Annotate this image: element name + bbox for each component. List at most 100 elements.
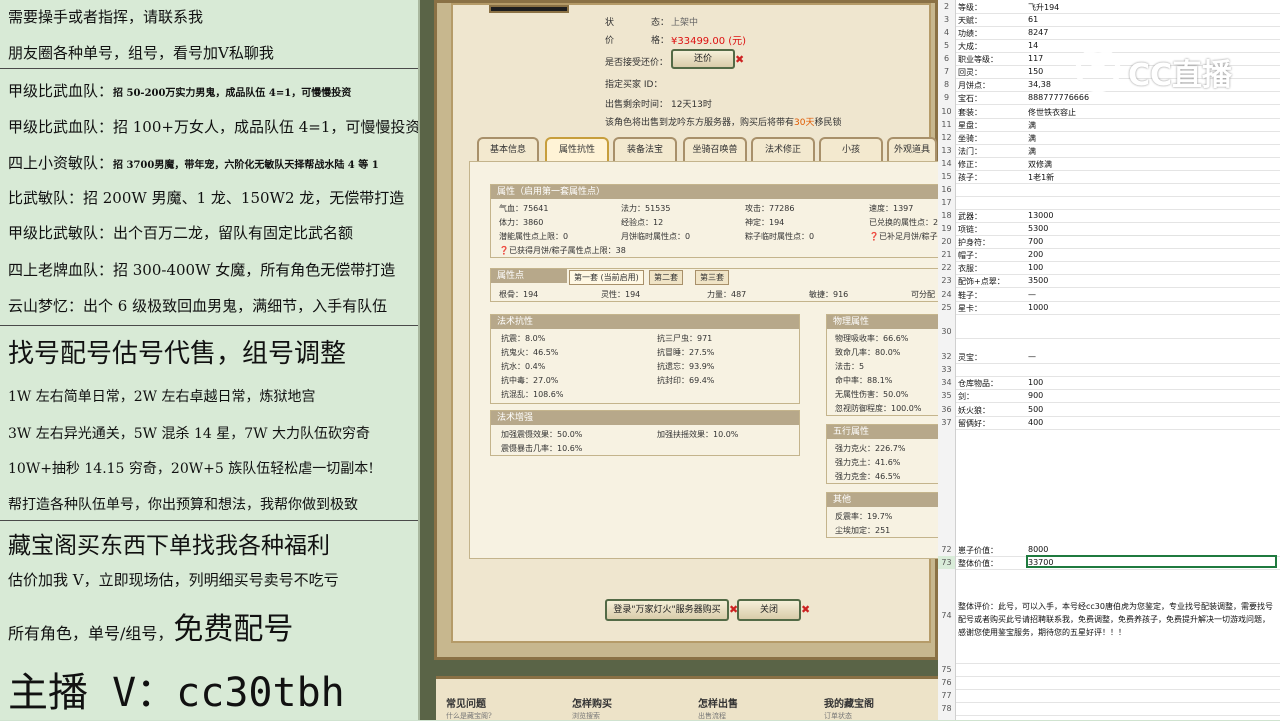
point-tab-2[interactable]: 第二套 (649, 270, 683, 285)
gridline (956, 274, 1280, 275)
sheet-value: — (1028, 290, 1036, 299)
tab-appearance[interactable]: 外观道具 (887, 137, 937, 163)
sheet-key: 修正： (958, 160, 982, 169)
sheet-key: 宝石： (958, 94, 982, 103)
row-number: 17 (938, 196, 956, 209)
tab-children[interactable]: 小孩 (819, 137, 883, 163)
sheet-key: 鞋子： (958, 291, 982, 300)
buyer-id-label: 指定买家 ID： (605, 80, 663, 90)
sheet-key: 武器： (958, 212, 982, 221)
point-minjie-label: 敏捷： (809, 290, 833, 299)
phys-cell: 致命几率：80.0% (835, 348, 901, 357)
tab-attributes[interactable]: 属性抗性 (545, 137, 609, 163)
row-number: 23 (938, 274, 956, 287)
attributes-title: 属性（启用第一套属性点） (491, 185, 938, 199)
row-number: 36 (938, 403, 956, 416)
gridline (956, 663, 1280, 664)
attr-tili: 体力：3860 (499, 217, 543, 228)
attr-potential: 潜能属性点上限：0 (499, 231, 568, 242)
sheet-value: 满 (1028, 147, 1036, 156)
attr-mooncake-value: 0 (685, 232, 691, 241)
point-lingxing-value: 194 (625, 290, 641, 299)
phys-cell: 法击：5 (835, 362, 865, 371)
tab-spell-correction[interactable]: 法术修正 (751, 137, 815, 163)
service-title: 找号配号估号代售，组号调整 (8, 339, 347, 369)
gridline (956, 314, 1280, 315)
sheet-value: 100 (1028, 378, 1044, 387)
attr-shending-label: 神定： (745, 218, 769, 227)
login-server-buy-button[interactable]: 登录"万家灯火"服务器购买 (605, 599, 729, 621)
status-label: 状 (605, 18, 615, 28)
gridline (956, 170, 1280, 171)
row-number: 74 (938, 569, 956, 663)
game-window: 状 态： 上架中 价 格： ¥33499.00 (元) 是否接受还价： 还价 ✖… (434, 0, 938, 660)
sheet-value: 500 (1028, 405, 1044, 414)
tab-equipment[interactable]: 装备法宝 (613, 137, 677, 163)
row-number: 6 (938, 52, 956, 65)
sheet-key: 套装： (958, 108, 982, 117)
attr-max-value: 38 (615, 246, 626, 255)
sheet-key: 回灵： (958, 68, 982, 77)
team1-desc: 招 50-200万实力男鬼，成品队伍 4=1，可慢慢投资 (113, 88, 352, 99)
row-number: 22 (938, 261, 956, 274)
enhance-cell: 震慑暴击几率：10.6% (501, 444, 583, 453)
attr-qixue: 气血：75641 (499, 203, 548, 214)
attr-sudu-value: 1397 (893, 204, 914, 213)
gridline (956, 13, 1280, 14)
row-number: 5 (938, 39, 956, 52)
attr-gongji-label: 攻击： (745, 204, 769, 213)
phys-cell: 物理吸收率：66.6% (835, 334, 909, 343)
attr-potential-value: 0 (563, 232, 569, 241)
points-section: 属性点 第一套 (当前启用) 第二套 第三套 根骨：194 灵性：194 力量：… (490, 268, 938, 302)
row-number: 19 (938, 222, 956, 235)
role-avatar (489, 5, 569, 13)
gridline (956, 118, 1280, 119)
tab-mounts-pets[interactable]: 坐骑召唤兽 (683, 137, 747, 163)
point-liliang: 力量：487 (707, 289, 746, 300)
service-line3: 10W+抽秒 14.15 穷奇，20W+5 族队伍轻松虐一切副本! (8, 461, 374, 477)
sheet-key: 星卡： (958, 304, 982, 313)
attr-shending-value: 194 (769, 218, 785, 227)
row-number: 75 (938, 663, 956, 676)
divider (0, 520, 418, 521)
gridline (956, 196, 1280, 197)
ad-team5: 甲级比武敏队：出个百万二龙，留队有固定比武名额 (8, 224, 354, 242)
row-number: 25 (938, 301, 956, 314)
sheet-key: 项链： (958, 225, 982, 234)
bargain-button[interactable]: 还价 (671, 49, 735, 69)
row-number: 13 (938, 144, 956, 157)
footer-buy-title: 怎样购买 (572, 699, 612, 710)
server-note: 该角色将出售到龙吟东方服务器，购买后将带有30天移民锁 (605, 115, 841, 128)
attr-filled: ❓已补足月饼/粽子 (869, 231, 938, 242)
gridline (956, 287, 1280, 288)
physical-title: 物理属性 (827, 315, 938, 329)
close-button[interactable]: 关闭 (737, 599, 801, 621)
resist-cell: 抗中毒：27.0% (501, 376, 559, 385)
sheet-key: 剑： (958, 392, 974, 401)
resist-section: 法术抗性 抗震：8.0% 抗三尸虫：971 抗鬼火：46.5% 抗冒睡：27.5… (490, 314, 800, 404)
gridline (956, 363, 1280, 364)
server-note-pre: 该角色将出售到龙吟东方服务器，购买后将带有 (605, 118, 795, 128)
points-title: 属性点 (491, 269, 567, 283)
five-cell: 强力克土：41.6% (835, 458, 901, 467)
sheet-key: 月饼点： (958, 81, 990, 90)
attributes-section: 属性（启用第一套属性点） 气血：75641 法力：51535 攻击：77286 … (490, 184, 938, 258)
team3-desc: 招 3700男魔，带年宠，六阶化无敏队天择帮战水陆 4 等 1 (113, 160, 379, 171)
attr-shending: 神定：194 (745, 217, 784, 228)
gridline (956, 157, 1280, 158)
sheet-value: 3500 (1028, 276, 1049, 285)
tab-basic-info[interactable]: 基本信息 (477, 137, 539, 163)
resist-cell: 抗水：0.4% (501, 362, 546, 371)
point-minjie: 敏捷：916 (809, 289, 848, 300)
gridline (956, 301, 1280, 302)
point-tab-1[interactable]: 第一套 (当前启用) (569, 270, 644, 285)
enhance-title: 法术增强 (491, 411, 799, 425)
attr-fali-label: 法力： (621, 204, 645, 213)
price-value: ¥33499.00 (元) (671, 36, 747, 47)
team3-name: 四上小资敏队： (8, 154, 114, 172)
point-tab-3[interactable]: 第三套 (695, 270, 729, 285)
sheet-key: 衣服： (958, 264, 982, 273)
gridline (956, 402, 1280, 403)
attr-mooncake: 月饼临时属性点：0 (621, 231, 690, 242)
sheet-value: 满 (1028, 121, 1036, 130)
